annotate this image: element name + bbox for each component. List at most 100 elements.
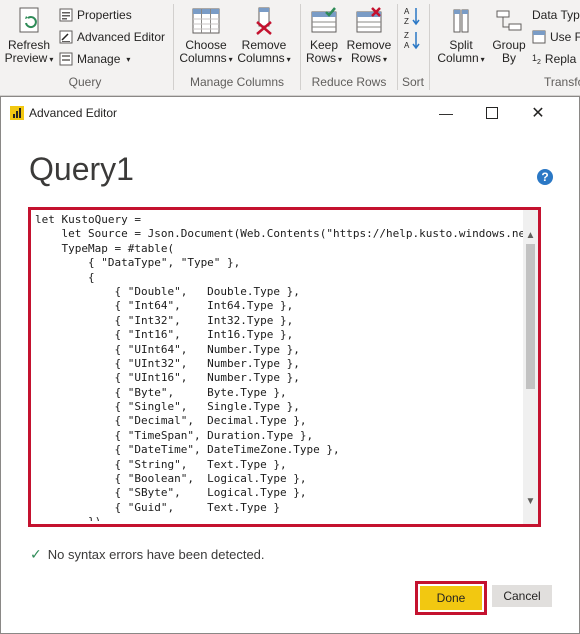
- syntax-status-text: No syntax errors have been detected.: [47, 547, 265, 562]
- reduce-rows-group-label: Reduce Rows: [311, 75, 387, 89]
- remove-columns-icon: [256, 7, 272, 35]
- choose-columns-button[interactable]: Choose Columns ▾: [178, 6, 234, 66]
- advanced-editor-label: Advanced Editor: [77, 30, 166, 44]
- keep-rows-label: Keep Rows: [305, 38, 339, 65]
- checkmark-icon: ✓: [30, 546, 42, 562]
- transform-group-label: Transfo: [544, 75, 580, 89]
- keep-rows-button[interactable]: Keep Rows ▾: [303, 6, 345, 66]
- refresh-icon: [19, 7, 39, 33]
- choose-columns-label: Choose Columns: [179, 38, 227, 65]
- syntax-status: ✓ No syntax errors have been detected.: [30, 546, 265, 563]
- sort-ascending-button[interactable]: A Z: [403, 6, 421, 26]
- ribbon-separator: [300, 4, 301, 90]
- ribbon: Refresh Preview ▾ Properties Advanced Edi…: [0, 0, 580, 96]
- code-line: { "UInt64", Number.Type },: [35, 342, 300, 356]
- choose-columns-icon: [192, 8, 220, 34]
- code-line: {: [35, 270, 95, 284]
- split-column-label: Split Column: [437, 38, 479, 65]
- code-line: { "Byte", Byte.Type },: [35, 385, 287, 399]
- code-line: TypeMap = #table(: [35, 241, 175, 255]
- data-type-button[interactable]: Data Type: [532, 8, 580, 22]
- code-line: { "TimeSpan", Duration.Type },: [35, 428, 314, 442]
- cancel-button[interactable]: Cancel: [492, 585, 552, 607]
- code-line: { "Int64", Int64.Type },: [35, 299, 294, 313]
- keep-rows-icon: [311, 7, 337, 33]
- code-line: { "Double", Double.Type },: [35, 284, 300, 298]
- code-line: { "Int32", Int32.Type },: [35, 313, 294, 327]
- group-by-button[interactable]: Group By: [490, 6, 528, 65]
- maximize-button[interactable]: [469, 97, 515, 129]
- sort-group-label: Sort: [401, 75, 424, 89]
- use-first-row-label: Use F: [550, 30, 580, 44]
- group-by-icon: [496, 10, 522, 31]
- code-line: let Source = Json.Document(Web.Contents(…: [35, 227, 531, 241]
- remove-columns-label: Remove Columns: [237, 38, 287, 65]
- code-line: { "UInt32", Number.Type },: [35, 356, 300, 370]
- replace-values-icon: 12: [532, 52, 541, 66]
- code-line: { "Guid", Text.Type }: [35, 500, 281, 514]
- use-first-row-button[interactable]: Use F: [532, 30, 580, 44]
- power-bi-app-icon: [10, 106, 24, 120]
- svg-text:A: A: [404, 41, 410, 50]
- use-first-row-icon: [532, 30, 546, 44]
- sort-descending-icon: Z A: [404, 31, 420, 50]
- svg-text:Z: Z: [404, 17, 409, 26]
- properties-icon: [59, 8, 73, 22]
- code-line: { "SByte", Logical.Type },: [35, 486, 307, 500]
- done-button[interactable]: Done: [420, 586, 482, 610]
- code-line: { "String", Text.Type },: [35, 457, 287, 471]
- advanced-editor-icon: [59, 30, 73, 44]
- manage-button[interactable]: Manage ▾: [59, 52, 130, 66]
- properties-label: Properties: [77, 8, 132, 22]
- code-text-area[interactable]: let KustoQuery = let Source = Json.Docum…: [35, 213, 531, 521]
- code-line: { "Decimal", Decimal.Type },: [35, 414, 307, 428]
- sort-descending-button[interactable]: Z A: [403, 30, 421, 50]
- replace-values-button[interactable]: 12 Repla: [532, 52, 576, 66]
- manage-icon: [59, 52, 73, 66]
- replace-values-label: Repla: [544, 52, 577, 66]
- query-name-title: Query1: [29, 151, 134, 187]
- maximize-icon: [486, 107, 498, 119]
- help-icon[interactable]: ?: [537, 169, 553, 185]
- dialog-titlebar: Advanced Editor — ✕: [1, 97, 579, 129]
- remove-rows-icon: [356, 7, 382, 33]
- code-line: { "Boolean", Logical.Type },: [35, 472, 307, 486]
- advanced-editor-dialog: Advanced Editor — ✕ Query1 ? let KustoQu…: [0, 96, 580, 634]
- group-by-label: Group By: [492, 38, 526, 65]
- minimize-button[interactable]: —: [423, 97, 469, 129]
- close-button[interactable]: ✕: [515, 97, 561, 129]
- code-line: { "UInt16", Number.Type },: [35, 371, 300, 385]
- code-line: }),: [35, 515, 531, 521]
- sort-ascending-icon: A Z: [404, 7, 420, 26]
- code-line: { "DateTime", DateTimeZone.Type },: [35, 443, 340, 457]
- scrollbar-thumb[interactable]: [526, 244, 535, 389]
- code-line: let KustoQuery =: [35, 213, 141, 226]
- code-line: { "Single", Single.Type },: [35, 400, 300, 414]
- vertical-scrollbar[interactable]: ▲ ▼: [523, 210, 538, 524]
- code-line: { "DataType", "Type" },: [35, 256, 241, 270]
- remove-rows-button[interactable]: Remove Rows ▾: [346, 6, 392, 66]
- refresh-preview-button[interactable]: Refresh Preview ▾: [2, 6, 56, 66]
- code-line: { "Int16", Int16.Type },: [35, 328, 294, 342]
- properties-button[interactable]: Properties: [59, 8, 132, 22]
- query-group-label: Query: [68, 75, 102, 89]
- refresh-preview-label: Refresh Preview: [4, 38, 51, 65]
- manage-label: Manage: [77, 52, 121, 66]
- svg-text:Z: Z: [404, 31, 409, 40]
- scroll-up-icon[interactable]: ▲: [523, 228, 538, 244]
- minimize-icon: —: [439, 105, 453, 121]
- ribbon-separator: [429, 4, 430, 90]
- manage-columns-group-label: Manage Columns: [189, 75, 285, 89]
- close-icon: ✕: [531, 105, 545, 122]
- done-button-highlight: Done: [415, 581, 487, 615]
- split-column-button[interactable]: Split Column ▾: [436, 6, 486, 66]
- ribbon-separator: [173, 4, 174, 90]
- svg-text:A: A: [404, 7, 410, 16]
- code-editor[interactable]: let KustoQuery = let Source = Json.Docum…: [28, 207, 541, 527]
- remove-columns-button[interactable]: Remove Columns ▾: [236, 6, 292, 66]
- window-title: Advanced Editor: [29, 106, 118, 120]
- data-type-label: Data Type: [532, 8, 580, 22]
- advanced-editor-button[interactable]: Advanced Editor: [59, 30, 165, 44]
- split-column-icon: [453, 9, 469, 33]
- scroll-down-icon[interactable]: ▼: [523, 494, 538, 510]
